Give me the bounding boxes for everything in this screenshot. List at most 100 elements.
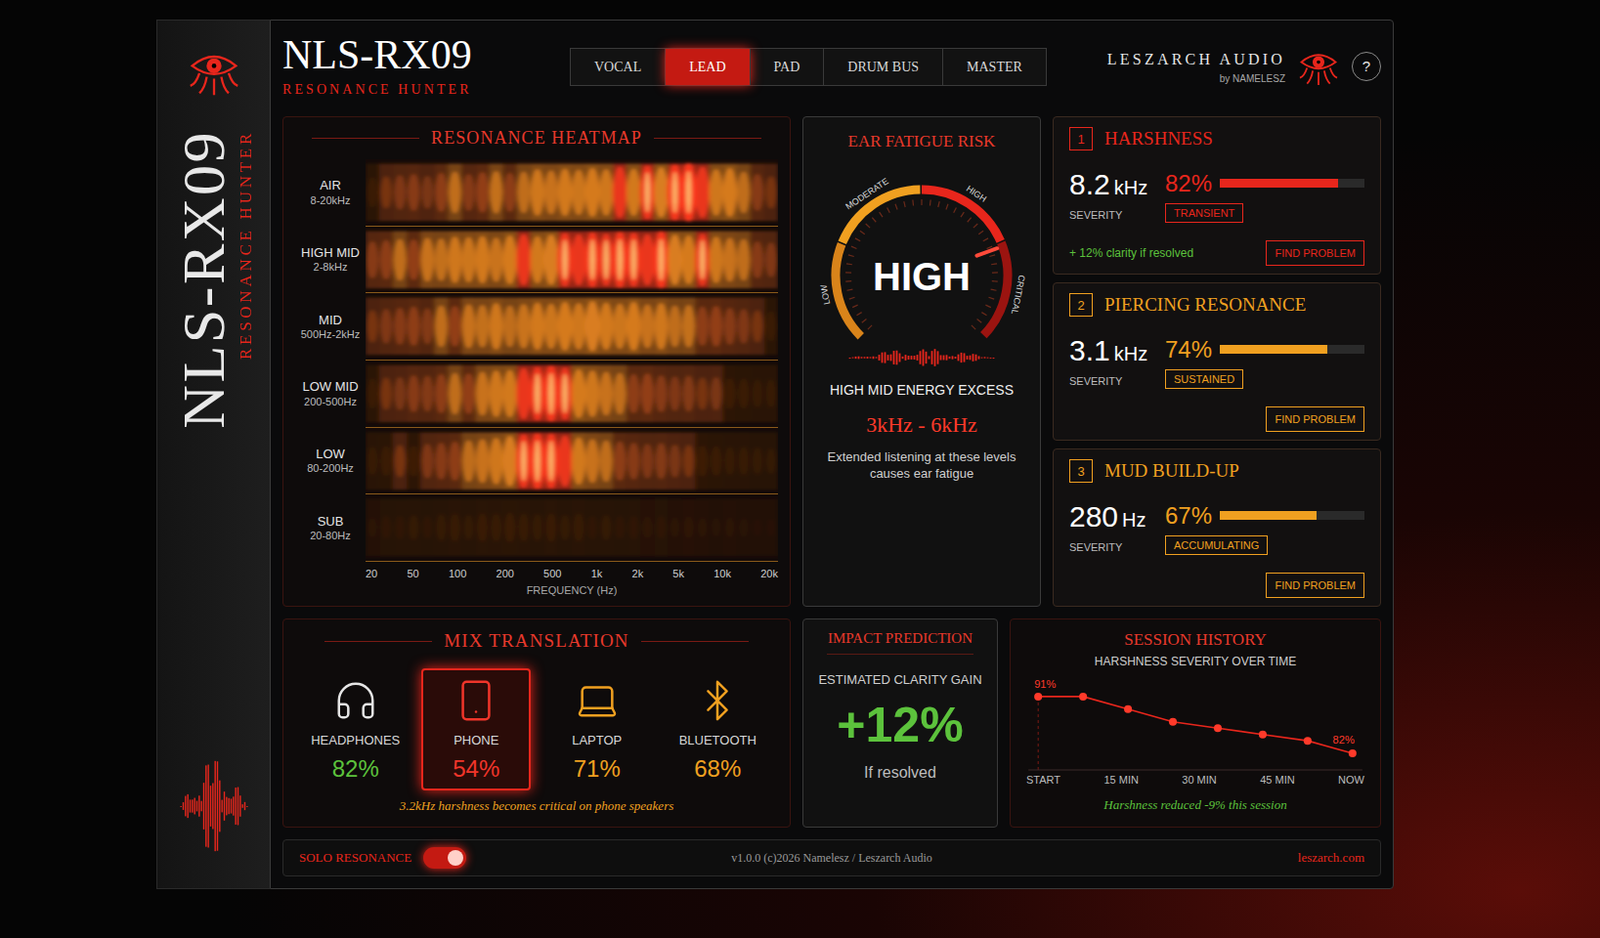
- solo-label: SOLO RESONANCE: [299, 848, 412, 868]
- eye-logo-icon: [186, 43, 242, 99]
- impact-note: If resolved: [864, 761, 937, 785]
- problem-index: 2: [1069, 293, 1093, 317]
- history-x-tick: 45 MIN: [1259, 772, 1295, 789]
- device-option[interactable]: HEADPHONES 82%: [301, 668, 411, 792]
- brand-by: by NAMELESZ: [1219, 71, 1286, 87]
- heatmap-band: HIGH MID2-8kHz: [295, 226, 779, 295]
- heatmap-x-tick: 10k: [713, 565, 732, 583]
- problem-title: HARSHNESS: [1104, 125, 1213, 154]
- header: NLS-RX09RESONANCE HUNTERVOCALLEADPADDRUM…: [282, 28, 1382, 105]
- problem-percent: 67%: [1165, 504, 1212, 528]
- headphones-icon: [333, 678, 379, 724]
- heatmap-x-tick: 50: [406, 565, 419, 583]
- tab[interactable]: DRUM BUS: [823, 48, 944, 86]
- band-name: SUB: [317, 514, 345, 530]
- band-heat-chart: [365, 428, 779, 495]
- history-x-tick: 15 MIN: [1103, 772, 1138, 789]
- device-name: HEADPHONES: [310, 731, 400, 751]
- fatigue-range: 3kHz - 6kHz: [865, 408, 978, 441]
- problem-percent: 74%: [1165, 338, 1212, 362]
- device-name: BLUETOOTH: [679, 731, 757, 751]
- band-heat-chart: [365, 159, 779, 226]
- problem-tag: TRANSIENT: [1165, 203, 1244, 224]
- history-chart: 91% 82%: [1022, 670, 1369, 773]
- device-percent: 82%: [332, 757, 380, 781]
- device-option[interactable]: PHONE 54%: [421, 668, 531, 792]
- bottom-row: MIX TRANSLATION HEADPHONES 82% PHONE 54% LAPT…: [282, 618, 1382, 828]
- device-name: PHONE: [453, 731, 499, 751]
- eye-logo-icon: [1297, 44, 1341, 88]
- band-range: 8-20kHz: [310, 194, 351, 209]
- problem-freq: 280: [1069, 502, 1119, 532]
- problem-unit: kHz: [1114, 177, 1148, 198]
- band-name: HIGH MID: [301, 245, 360, 261]
- problems-column: 1HARSHNESS8.2kHzSEVERITY82%TRANSIENT+ 12…: [1052, 116, 1382, 607]
- heatmap-x-tick: 2k: [632, 565, 645, 583]
- device-percent: 68%: [693, 757, 741, 781]
- fatigue-panel: EAR FATIGUE RISKLOWMODERATEHIGHCRITICALH…: [802, 116, 1041, 607]
- tab[interactable]: VOCAL: [570, 48, 666, 86]
- plugin-panel: NLS-RX09RESONANCE HUNTERVOCALLEADPADDRUM…: [269, 19, 1394, 890]
- problem-index: 3: [1069, 459, 1093, 483]
- device-option[interactable]: BLUETOOTH 68%: [662, 668, 773, 792]
- band-range: 20-80Hz: [309, 529, 351, 544]
- panel-title: MIX TRANSLATION: [295, 627, 779, 656]
- find-problem-button[interactable]: FIND PROBLEM: [1265, 406, 1365, 433]
- history-x-tick: NOW: [1338, 772, 1365, 789]
- device-percent: 71%: [573, 757, 621, 781]
- gauge-scale-label: HIGH: [964, 182, 989, 204]
- laptop-icon: [574, 678, 620, 724]
- band-range: 500Hz-2kHz: [301, 328, 361, 343]
- problem-hint: + 12% clarity if resolved: [1069, 244, 1194, 262]
- tab[interactable]: MASTER: [943, 48, 1046, 86]
- problem-freq: 8.2: [1069, 170, 1111, 200]
- history-panel: SESSION HISTORYHARSHNESS SEVERITY OVER T…: [1009, 618, 1382, 828]
- history-start-label: 91%: [1034, 677, 1056, 690]
- heatmap-band: MID500Hz-2kHz: [295, 293, 779, 361]
- impact-title: IMPACT PREDICTION: [827, 627, 973, 650]
- device-percent: 54%: [452, 757, 500, 781]
- heatmap-x-tick: 100: [448, 565, 467, 583]
- history-x-tick: 30 MIN: [1181, 772, 1216, 789]
- history-point: [1303, 736, 1312, 745]
- heatmap-panel: RESONANCE HEATMAPAIR8-20kHzHIGH MID2-8kH…: [282, 116, 791, 607]
- device-name: LAPTOP: [571, 731, 622, 751]
- problem-card: 1HARSHNESS8.2kHzSEVERITY82%TRANSIENT+ 12…: [1052, 116, 1382, 275]
- heatmap-x-tick: 20k: [760, 565, 779, 583]
- history-title: SESSION HISTORY: [1022, 627, 1369, 653]
- gauge-scale-label: MODERATE: [843, 175, 890, 212]
- impact-value: +12%: [836, 700, 963, 750]
- tab[interactable]: LEAD: [665, 48, 750, 86]
- band-name: LOW: [315, 446, 346, 463]
- history-point: [1124, 704, 1132, 713]
- band-heat-chart: [365, 494, 779, 562]
- plugin-title: NLS-RX09: [282, 34, 547, 76]
- history-x-tick: START: [1026, 772, 1061, 789]
- history-point: [1258, 730, 1267, 738]
- band-name: AIR: [319, 177, 342, 194]
- band-range: 80-200Hz: [306, 462, 354, 476]
- help-button[interactable]: ?: [1351, 51, 1382, 82]
- impact-label: ESTIMATED CLARITY GAIN: [818, 670, 982, 691]
- solo-toggle[interactable]: [423, 847, 467, 869]
- device-option[interactable]: LAPTOP 71%: [542, 668, 652, 792]
- gauge-scale-label: LOW: [818, 283, 832, 306]
- severity-label: SEVERITY: [1069, 373, 1154, 390]
- translation-note: 3.2kHz harshness becomes critical on pho…: [295, 796, 779, 821]
- top-row: RESONANCE HEATMAPAIR8-20kHzHIGH MID2-8kH…: [282, 116, 1382, 607]
- history-point: [1348, 749, 1357, 758]
- impact-panel: IMPACT PREDICTION ESTIMATED CLARITY GAIN +…: [802, 618, 998, 828]
- history-end-label: 82%: [1333, 734, 1355, 746]
- history-point: [1079, 691, 1087, 700]
- find-problem-button[interactable]: FIND PROBLEM: [1265, 240, 1365, 267]
- version-text: v1.0.0 (c)2026 Namelesz / Leszarch Audio: [592, 849, 1072, 867]
- find-problem-button[interactable]: FIND PROBLEM: [1265, 572, 1365, 600]
- tab[interactable]: PAD: [750, 48, 825, 86]
- problem-title: MUD BUILD-UP: [1104, 457, 1240, 486]
- fatigue-headline: HIGH MID ENERGY EXCESS: [829, 380, 1014, 401]
- history-point: [1213, 724, 1222, 733]
- bluetooth-icon: [694, 678, 740, 724]
- band-name: MID: [318, 312, 343, 329]
- website-link[interactable]: leszarch.com: [1071, 848, 1365, 868]
- brand-name: LESZARCH AUDIO: [1107, 47, 1286, 72]
